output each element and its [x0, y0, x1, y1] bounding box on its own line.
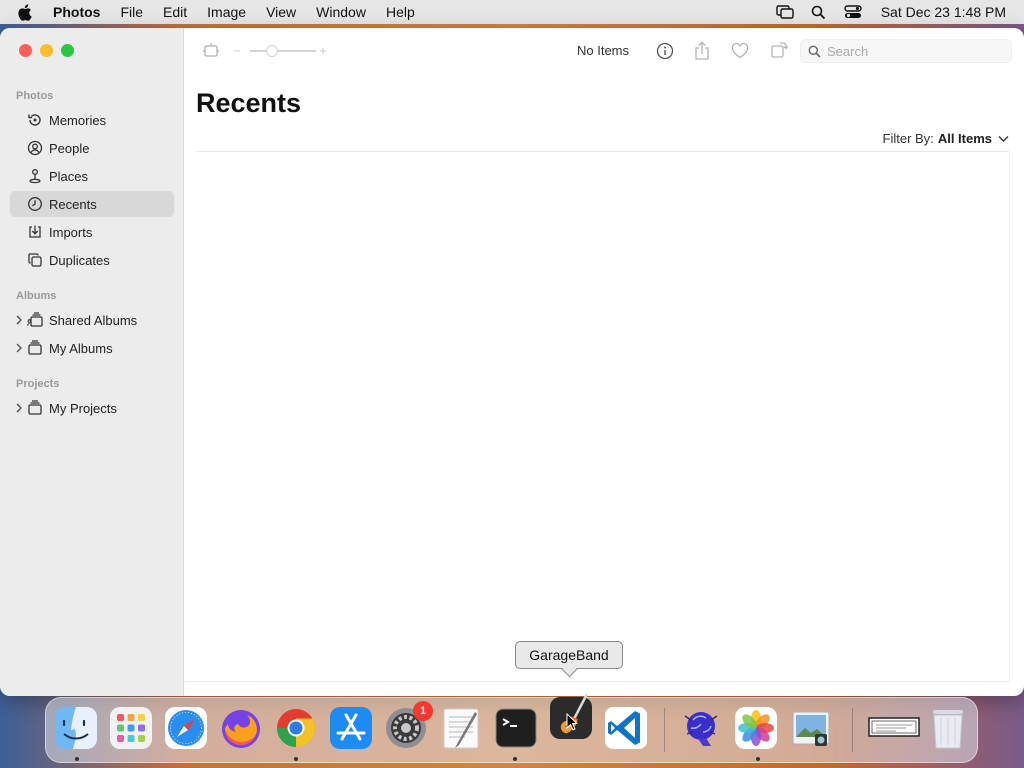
sidebar-item-label: People — [49, 140, 90, 156]
places-icon — [26, 167, 44, 185]
running-indicator — [513, 757, 517, 761]
trash-icon[interactable] — [926, 706, 970, 750]
dock-separator — [852, 708, 853, 752]
memories-icon — [26, 111, 44, 129]
dock — [45, 693, 978, 763]
menu-clock[interactable]: Sat Dec 23 1:48 PM — [881, 4, 1006, 20]
filter-value: All Items — [937, 131, 992, 146]
safari-icon[interactable] — [164, 706, 208, 750]
running-indicator — [756, 757, 760, 761]
menu-help[interactable]: Help — [386, 4, 415, 20]
photos-window: Photos Memories People Places Recents Im… — [0, 28, 1024, 696]
sidebar-item-shared-albums[interactable]: Shared Albums — [10, 307, 174, 333]
sidebar-item-recents[interactable]: Recents — [10, 191, 174, 217]
apple-menu-icon[interactable] — [17, 3, 37, 21]
automator-icon[interactable] — [679, 706, 723, 750]
sidebar-item-duplicates[interactable]: Duplicates — [10, 247, 174, 273]
sidebar-item-my-projects[interactable]: My Projects — [10, 395, 174, 421]
app-store-icon[interactable] — [329, 706, 373, 750]
search-icon — [808, 45, 821, 58]
share-icon[interactable] — [692, 40, 712, 62]
items-count-label: No Items — [577, 43, 630, 58]
sidebar-item-label: Shared Albums — [49, 312, 138, 328]
sidebar-item-imports[interactable]: Imports — [10, 219, 174, 245]
people-icon — [26, 139, 44, 157]
menu-view[interactable]: View — [266, 4, 296, 20]
menu-image[interactable]: Image — [207, 4, 246, 20]
dock-separator — [664, 708, 665, 752]
projects-icon — [26, 399, 44, 417]
photo-grid-area[interactable] — [184, 152, 1010, 682]
page-title: Recents — [196, 88, 302, 118]
preview-icon[interactable] — [789, 706, 833, 750]
sidebar-item-label: My Albums — [49, 340, 113, 356]
sidebar-item-places[interactable]: Places — [10, 163, 174, 189]
rotate-icon[interactable] — [769, 40, 789, 60]
sidebar-item-my-albums[interactable]: My Albums — [10, 335, 174, 361]
section-title-projects: Projects — [16, 378, 60, 390]
menu-file[interactable]: File — [120, 4, 143, 20]
menu-window[interactable]: Window — [316, 4, 366, 20]
screen-mirroring-icon[interactable] — [775, 4, 795, 20]
search-field[interactable] — [800, 39, 1012, 63]
dock-tooltip: GarageBand — [515, 641, 623, 669]
favorite-heart-icon[interactable] — [730, 41, 750, 61]
sidebar-item-label: Memories — [49, 112, 107, 128]
info-icon[interactable] — [655, 41, 675, 61]
menu-app-name[interactable]: Photos — [53, 4, 100, 20]
sidebar-item-label: Recents — [49, 196, 97, 212]
slideshow-icon[interactable] — [201, 41, 221, 61]
sidebar-item-label: Imports — [49, 224, 93, 240]
photos-icon[interactable] — [734, 706, 778, 750]
albums-icon — [26, 339, 44, 357]
running-indicator — [75, 757, 79, 761]
chrome-icon[interactable] — [274, 706, 318, 750]
running-indicator — [294, 757, 298, 761]
control-center-icon[interactable] — [843, 4, 863, 20]
sidebar-item-label: My Projects — [49, 400, 117, 416]
chevron-right-icon[interactable] — [15, 314, 23, 326]
chevron-right-icon[interactable] — [15, 342, 23, 354]
menu-edit[interactable]: Edit — [163, 4, 187, 20]
launchpad-icon[interactable] — [109, 706, 153, 750]
spotlight-search-icon[interactable] — [809, 4, 829, 20]
sidebar-item-label: Duplicates — [49, 252, 110, 268]
sidebar-item-people[interactable]: People — [10, 135, 174, 161]
shared-albums-icon — [26, 311, 44, 329]
sidebar-item-label: Places — [49, 168, 89, 184]
notification-badge: 1 — [413, 701, 433, 721]
close-button[interactable] — [19, 44, 32, 57]
menu-bar: Photos File Edit Image View Window Help … — [0, 0, 1024, 24]
scanner-document-icon[interactable] — [868, 706, 920, 750]
textedit-icon[interactable] — [439, 706, 483, 750]
finder-icon[interactable] — [54, 706, 98, 750]
imports-icon — [26, 223, 44, 241]
firefox-icon[interactable] — [219, 706, 263, 750]
minimize-button[interactable] — [40, 44, 53, 57]
search-input[interactable] — [827, 43, 997, 59]
window-controls — [19, 44, 74, 57]
clock-icon — [26, 195, 44, 213]
vscode-icon[interactable] — [604, 706, 648, 750]
section-title-albums: Albums — [16, 290, 57, 302]
chevron-right-icon[interactable] — [15, 402, 23, 414]
mouse-cursor-icon — [566, 712, 579, 736]
sidebar: Photos Memories People Places Recents Im… — [0, 28, 184, 696]
chevron-down-icon — [998, 135, 1009, 143]
zoom-slider[interactable] — [232, 44, 330, 58]
sidebar-item-memories[interactable]: Memories — [10, 107, 174, 133]
section-title-photos: Photos — [16, 90, 54, 102]
filter-by-dropdown[interactable]: Filter By: All Items — [883, 131, 1009, 146]
zoom-button[interactable] — [61, 44, 74, 57]
duplicates-icon — [26, 251, 44, 269]
filter-label: Filter By: — [882, 131, 934, 146]
terminal-icon[interactable] — [494, 706, 538, 750]
